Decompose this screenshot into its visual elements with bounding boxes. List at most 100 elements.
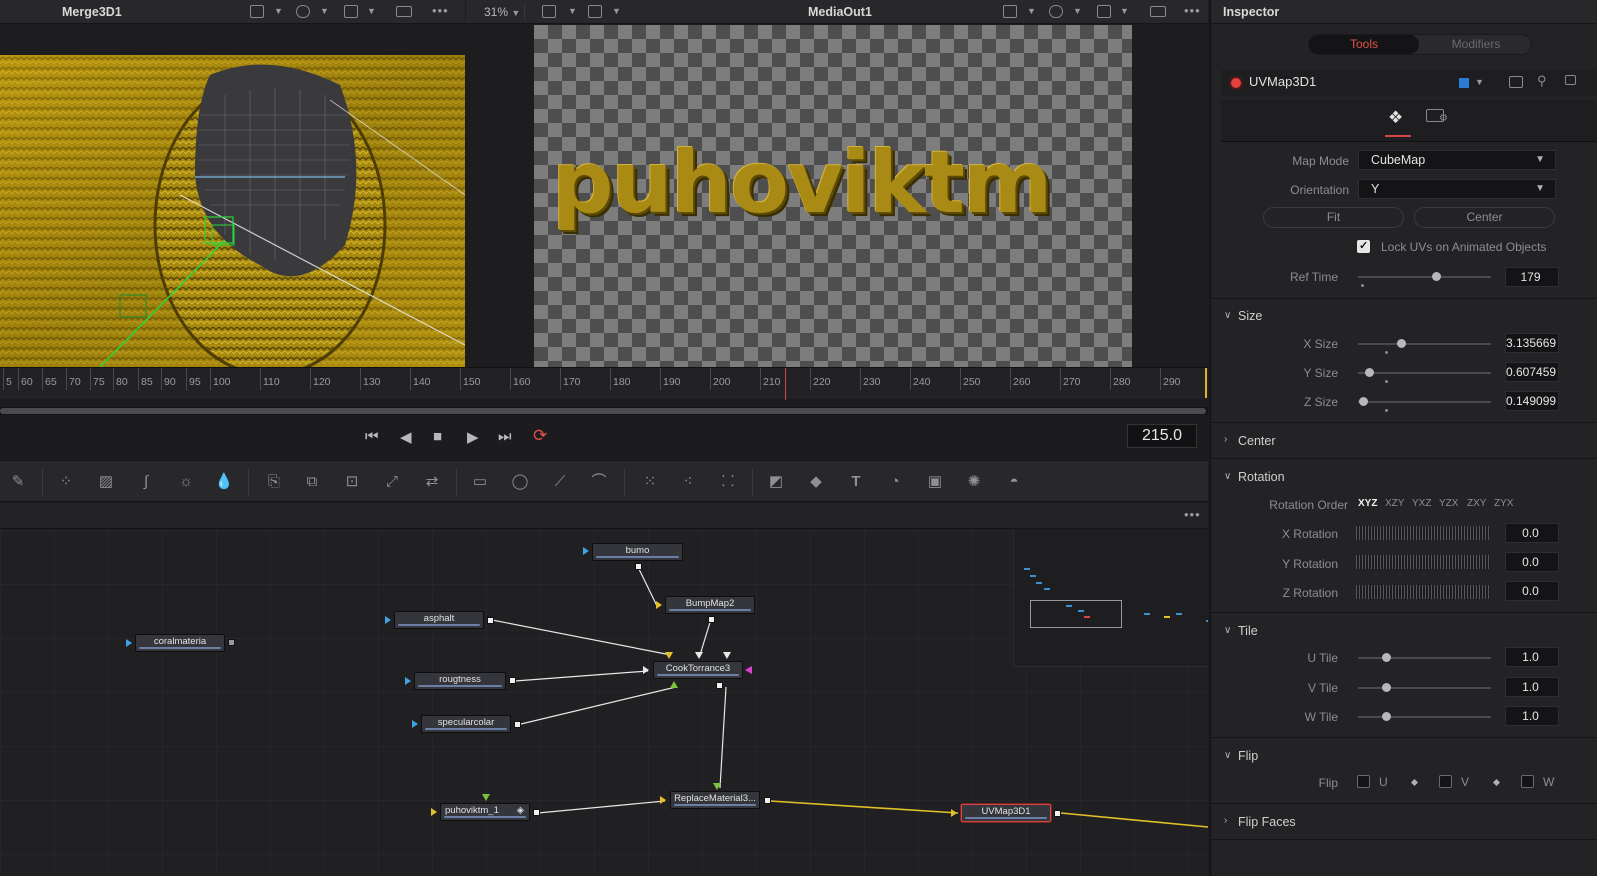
time-ruler[interactable]: 5 60 65 70 75 80 85 90 95 100 110 120 130 140 150 160 17… xyxy=(0,367,1208,400)
u-tile-field[interactable]: 1.0 xyxy=(1505,647,1559,667)
renderer-3d-icon[interactable]: ◓ xyxy=(1004,472,1024,492)
lock-uvs-checkbox[interactable] xyxy=(1357,239,1370,253)
node-input-triangle[interactable] xyxy=(482,794,490,801)
chevron-down-icon[interactable]: ∨ xyxy=(1224,625,1231,636)
chevron-down-icon[interactable]: ∨ xyxy=(1224,310,1231,321)
node-input-triangle[interactable] xyxy=(713,783,721,790)
more-options-icon[interactable]: ••• xyxy=(432,3,449,18)
chevron-down-icon[interactable]: ∨ xyxy=(1224,471,1231,482)
layout-icon[interactable] xyxy=(1150,6,1166,17)
node-asphalt[interactable]: asphalt xyxy=(394,611,484,629)
viewer-roi-icon[interactable] xyxy=(1003,5,1017,18)
y-size-field[interactable]: 0.607459 xyxy=(1505,362,1559,382)
w-tile-slider[interactable] xyxy=(1358,716,1491,718)
image-plane-3d-icon[interactable]: ◩ xyxy=(766,472,786,492)
rotation-order-zxy[interactable]: ZXY xyxy=(1467,498,1486,509)
current-frame-field[interactable]: 215.0 xyxy=(1127,424,1197,448)
node-bumpmap2[interactable]: BumpMap2 xyxy=(665,596,755,614)
node-input-triangle[interactable] xyxy=(665,652,673,659)
node-output-port[interactable] xyxy=(764,797,771,804)
layout-icon[interactable] xyxy=(396,6,412,17)
matte-control-icon[interactable]: 💧 xyxy=(214,472,234,492)
rotation-order-zyx[interactable]: ZYX xyxy=(1494,498,1513,509)
paint-brush-icon[interactable]: ✎ xyxy=(8,472,28,492)
keyframe-diamond-icon[interactable] xyxy=(1410,778,1419,787)
pin-icon[interactable]: ⚲ xyxy=(1537,73,1547,89)
size-section-title[interactable]: Size xyxy=(1238,309,1262,323)
node-input-triangle[interactable] xyxy=(723,652,731,659)
u-tile-slider[interactable] xyxy=(1358,657,1491,659)
spot-light-icon[interactable]: ✺ xyxy=(964,472,984,492)
left-viewer-3d[interactable] xyxy=(0,25,465,367)
resize-icon[interactable]: ⇄ xyxy=(422,472,442,492)
tool-color-swatch[interactable] xyxy=(1459,78,1469,88)
node-bumo[interactable]: bumo xyxy=(592,543,683,561)
keyframe-diamond-icon[interactable] xyxy=(1492,778,1501,787)
color-channel-icon[interactable] xyxy=(296,5,310,18)
w-tile-field[interactable]: 1.0 xyxy=(1505,706,1559,726)
particle-render-icon[interactable]: ⁖ xyxy=(678,472,698,492)
version-icon[interactable] xyxy=(1509,76,1523,88)
v-tile-field[interactable]: 1.0 xyxy=(1505,677,1559,697)
rotation-order-yzx[interactable]: YZX xyxy=(1439,498,1458,509)
z-rotation-field[interactable]: 0.0 xyxy=(1505,581,1559,601)
node-input-triangle[interactable] xyxy=(583,547,589,555)
z-size-slider[interactable] xyxy=(1358,401,1491,403)
chevron-down-icon[interactable]: ▼ xyxy=(274,6,283,16)
node-input-triangle[interactable] xyxy=(745,666,752,674)
play-icon[interactable]: ▶ xyxy=(467,428,479,446)
chevron-down-icon[interactable]: ▼ xyxy=(320,6,329,16)
curves-icon[interactable]: ∫ xyxy=(136,472,156,492)
color-corrector-icon[interactable]: ▨ xyxy=(96,472,116,492)
more-options-icon[interactable]: ••• xyxy=(1184,507,1201,522)
node-input-triangle[interactable] xyxy=(643,666,649,674)
lock-icon[interactable] xyxy=(1565,75,1576,85)
saver-icon[interactable]: ⊡ xyxy=(342,472,362,492)
node-input-triangle[interactable] xyxy=(656,601,662,609)
u-tile-slider-knob[interactable] xyxy=(1382,653,1391,662)
split-view-icon[interactable] xyxy=(542,5,556,18)
right-viewer-2d[interactable]: puhoviktm xyxy=(466,25,1208,367)
flip-w-checkbox[interactable] xyxy=(1521,775,1534,788)
node-output-port[interactable] xyxy=(708,616,715,623)
merge-3d-icon[interactable]: ◔ xyxy=(885,472,905,492)
node-puhoviktm-1[interactable]: puhoviktm_1 ◈ xyxy=(440,803,530,821)
z-rotation-dial[interactable] xyxy=(1356,585,1490,599)
center-button[interactable]: Center xyxy=(1414,207,1555,228)
chevron-down-icon[interactable]: ▼ xyxy=(612,6,621,16)
node-output-port[interactable] xyxy=(514,721,521,728)
node-input-triangle[interactable] xyxy=(670,681,678,688)
ref-time-slider-knob[interactable] xyxy=(1432,272,1441,281)
chevron-down-icon[interactable]: ▼ xyxy=(568,6,577,16)
chevron-down-icon[interactable]: ▼ xyxy=(1120,6,1129,16)
node-input-triangle[interactable] xyxy=(660,796,666,804)
node-output-port[interactable] xyxy=(487,617,494,624)
go-to-end-icon[interactable]: ⏭ xyxy=(498,428,512,445)
rectangle-mask-icon[interactable]: ▭ xyxy=(470,472,490,492)
node-rougtness[interactable]: rougtness xyxy=(414,672,506,690)
v-tile-slider-knob[interactable] xyxy=(1382,683,1391,692)
color-channel-icon[interactable] xyxy=(1049,5,1063,18)
chevron-down-icon[interactable]: ∨ xyxy=(1224,750,1231,761)
tool-enable-toggle[interactable] xyxy=(1231,78,1241,88)
chevron-down-icon[interactable]: ▼ xyxy=(1027,6,1036,16)
node-output-port[interactable] xyxy=(1054,810,1061,817)
stop-icon[interactable]: ■ xyxy=(433,428,442,445)
loop-icon[interactable]: ⟳ xyxy=(533,426,547,446)
rotation-order-xyz[interactable]: XYZ xyxy=(1358,498,1377,509)
node-coralmateria[interactable]: coralmateria xyxy=(135,634,225,652)
viewer-roi-icon[interactable] xyxy=(250,5,264,18)
bspline-mask-icon[interactable]: ⌒ xyxy=(589,472,609,492)
merge-icon[interactable]: ⧉ xyxy=(302,472,322,492)
y-rotation-dial[interactable] xyxy=(1356,555,1490,569)
y-size-slider-knob[interactable] xyxy=(1365,368,1374,377)
transform-icon[interactable]: ⤢ xyxy=(382,472,402,492)
w-tile-slider-knob[interactable] xyxy=(1382,712,1391,721)
node-cooktorrance3[interactable]: CookTorrance3 xyxy=(653,661,743,679)
x-size-slider[interactable] xyxy=(1358,343,1491,345)
map-mode-select[interactable]: CubeMap ▼ xyxy=(1358,150,1556,170)
render-end-marker[interactable] xyxy=(1205,368,1207,398)
x-rotation-dial[interactable] xyxy=(1356,526,1490,540)
ellipse-mask-icon[interactable]: ◯ xyxy=(510,472,530,492)
node-minimap[interactable] xyxy=(1013,530,1208,667)
